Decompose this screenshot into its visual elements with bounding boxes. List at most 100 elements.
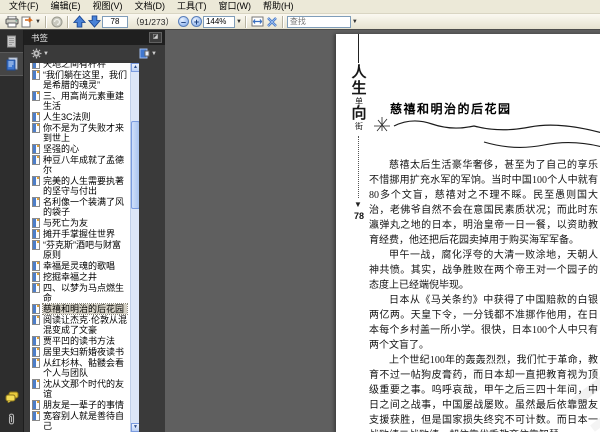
tab-comments[interactable] xyxy=(0,386,23,408)
bookmark-icon xyxy=(32,272,40,282)
bookmark-label[interactable]: 四、以梦为马点燃生命 xyxy=(43,283,127,303)
bookmark-item[interactable]: 与死亡为友 xyxy=(32,218,127,228)
bookmark-label[interactable]: 挖掘幸福之井 xyxy=(43,272,127,282)
bookmark-label[interactable]: “芬克斯”酒吧与财富原则 xyxy=(43,240,127,260)
bookmark-label[interactable]: 贾平凹的读书方法 xyxy=(43,336,127,346)
bookmark-label[interactable]: 人生3C法则 xyxy=(43,112,127,122)
bookmark-label[interactable]: “我们躺在这里，我们是希腊的魂灵” xyxy=(43,70,127,90)
scrollbar-thumb[interactable] xyxy=(131,121,139,209)
menu-item[interactable]: 视图(V) xyxy=(87,0,129,13)
bookmark-item[interactable]: 幸福是灵魂的歌唱 xyxy=(32,261,127,271)
document-area[interactable]: 人生单向街 ▼ 78 慈禧和明治的后花园 慈禧太后生活豪华奢侈，甚至为了自己的享… xyxy=(165,30,600,432)
print-button[interactable] xyxy=(5,15,19,28)
bookmark-label[interactable]: 名利像一个装满了风的袋子 xyxy=(43,197,127,217)
expand-bookmark-button[interactable]: ▼ xyxy=(139,48,157,59)
bookmark-item[interactable]: 你不是为了失败才来到世上 xyxy=(32,123,127,143)
bookmark-label[interactable]: 沈从文那个时代的友谊 xyxy=(43,379,127,399)
bookmark-icon xyxy=(32,304,40,314)
bookmark-item[interactable]: 名利像一个装满了风的袋子 xyxy=(32,197,127,217)
menu-item[interactable]: 工具(T) xyxy=(171,0,213,13)
paragraph: 上个世纪100年的轰轰烈烈，我们忙于革命，教育不过一帖狗皮膏药，而日本却一直把教… xyxy=(369,355,598,432)
bookmark-icon xyxy=(32,70,40,80)
comments-icon xyxy=(5,391,18,403)
bookmark-icon xyxy=(32,400,40,410)
scroll-down-button[interactable]: ▼ xyxy=(131,423,139,432)
bookmark-label[interactable]: 天地之间有杆秤 xyxy=(43,63,127,69)
bookmark-icon xyxy=(32,336,40,346)
previous-view-button-disabled xyxy=(51,15,63,28)
menu-item[interactable]: 文件(F) xyxy=(3,0,45,13)
bookmark-item[interactable]: 天地之间有杆秤 xyxy=(32,63,127,69)
tab-attachments[interactable] xyxy=(0,408,23,430)
menu-item[interactable]: 窗口(W) xyxy=(213,0,258,13)
scroll-up-button[interactable]: ▲ xyxy=(131,63,139,72)
tab-pages[interactable] xyxy=(0,30,23,52)
bookmark-label[interactable]: 摊开手掌握住世界 xyxy=(43,229,127,239)
body-text: 慈禧太后生活豪华奢侈，甚至为了自己的享乐不惜挪用扩充水军的军饷。当时中国100个… xyxy=(369,158,598,432)
bookmark-item[interactable]: 居里夫妇新婚夜读书 xyxy=(32,347,127,357)
chevron-down-icon[interactable]: ▼ xyxy=(352,19,358,25)
zoom-out-button[interactable]: – xyxy=(177,15,189,28)
menu-item[interactable]: 帮助(H) xyxy=(257,0,300,13)
bookmarks-scrollbar[interactable]: ▲ ▼ xyxy=(130,63,139,432)
bookmark-item[interactable]: 三、用高尚元素重建生活 xyxy=(32,91,127,111)
fit-page-button[interactable] xyxy=(266,15,278,28)
menu-item[interactable]: 编辑(E) xyxy=(45,0,87,13)
side-title-char: 人 xyxy=(351,65,367,81)
bookmark-item[interactable]: 阅读让杰克·伦敦从混混变成了文豪 xyxy=(32,315,127,335)
bookmark-label[interactable]: 种豆八年成就了孟德尔 xyxy=(43,155,127,175)
bookmark-item[interactable]: “我们躺在这里，我们是希腊的魂灵” xyxy=(32,70,127,90)
bookmark-item[interactable]: 四、以梦为马点燃生命 xyxy=(32,283,127,303)
bookmark-label[interactable]: 三、用高尚元素重建生活 xyxy=(43,91,127,111)
margin-dotted-rule xyxy=(358,136,359,198)
bookmark-item[interactable]: 朋友是一辈子的事情 xyxy=(32,400,127,410)
fit-width-button[interactable] xyxy=(251,15,264,28)
zoom-level-input[interactable] xyxy=(202,15,235,28)
bookmark-item[interactable]: 坚强的心 xyxy=(32,144,127,154)
zoom-in-button[interactable]: + xyxy=(190,15,202,28)
bookmark-label[interactable]: 阅读让杰克·伦敦从混混变成了文豪 xyxy=(43,315,127,335)
bookmark-item[interactable]: 慈禧和明治的后花园 xyxy=(32,303,128,315)
bookmark-item[interactable]: 宽容别人就是善待自己 xyxy=(32,411,127,431)
tab-bookmarks[interactable] xyxy=(0,52,23,76)
bookmark-icon xyxy=(32,144,40,154)
chevron-down-icon: ▼ xyxy=(35,18,41,25)
bookmark-icon xyxy=(32,197,40,207)
bookmark-label[interactable]: 慈禧和明治的后花园 xyxy=(42,303,128,315)
previous-page-button[interactable] xyxy=(72,15,86,28)
panel-toolbar: ▼ ▼ xyxy=(24,45,165,62)
bookmark-label[interactable]: 居里夫妇新婚夜读书 xyxy=(43,347,127,357)
bookmark-item[interactable]: 种豆八年成就了孟德尔 xyxy=(32,155,127,175)
chevron-down-icon: ▼ xyxy=(151,50,157,57)
bookmark-item[interactable]: 挖掘幸福之井 xyxy=(32,272,127,282)
menu-item[interactable]: 文档(D) xyxy=(129,0,172,13)
export-button[interactable]: ▼ xyxy=(21,15,41,28)
toolbar-separator xyxy=(66,15,69,28)
bookmark-item[interactable]: 人生3C法则 xyxy=(32,112,127,122)
bookmark-item[interactable]: 贾平凹的读书方法 xyxy=(32,336,127,346)
page-number-input[interactable] xyxy=(101,15,128,28)
bookmark-label[interactable]: 与死亡为友 xyxy=(43,218,127,228)
bookmark-label[interactable]: 宽容别人就是善待自己 xyxy=(43,411,127,431)
options-gear-button[interactable]: ▼ xyxy=(31,48,49,59)
bookmark-item[interactable]: 摊开手掌握住世界 xyxy=(32,229,127,239)
bookmark-label[interactable]: 你不是为了失败才来到世上 xyxy=(43,123,127,143)
bookmark-label[interactable]: 完美的人生需要执著的坚守与付出 xyxy=(43,176,127,196)
bookmark-icon xyxy=(32,261,40,271)
gear-icon xyxy=(31,48,42,59)
panel-title: 书签 xyxy=(31,32,49,43)
bookmark-label[interactable]: 朋友是一辈子的事情 xyxy=(43,400,127,410)
page-number: 78 xyxy=(353,211,364,221)
bookmark-label[interactable]: 幸福是灵魂的歌唱 xyxy=(43,261,127,271)
panel-options-button[interactable]: ◪ xyxy=(149,32,162,43)
bookmark-label[interactable]: 坚强的心 xyxy=(43,144,127,154)
bookmark-icon xyxy=(32,358,40,368)
bookmark-item[interactable]: “芬克斯”酒吧与财富原则 xyxy=(32,240,127,260)
bookmark-item[interactable]: 从红杉林、骷髅会看个人与团队 xyxy=(32,358,127,378)
find-input[interactable] xyxy=(286,15,351,28)
bookmark-label[interactable]: 从红杉林、骷髅会看个人与团队 xyxy=(43,358,127,378)
chevron-down-icon[interactable]: ▼ xyxy=(236,19,242,25)
next-page-button[interactable] xyxy=(87,15,101,28)
bookmark-item[interactable]: 沈从文那个时代的友谊 xyxy=(32,379,127,399)
bookmark-item[interactable]: 完美的人生需要执著的坚守与付出 xyxy=(32,176,127,196)
